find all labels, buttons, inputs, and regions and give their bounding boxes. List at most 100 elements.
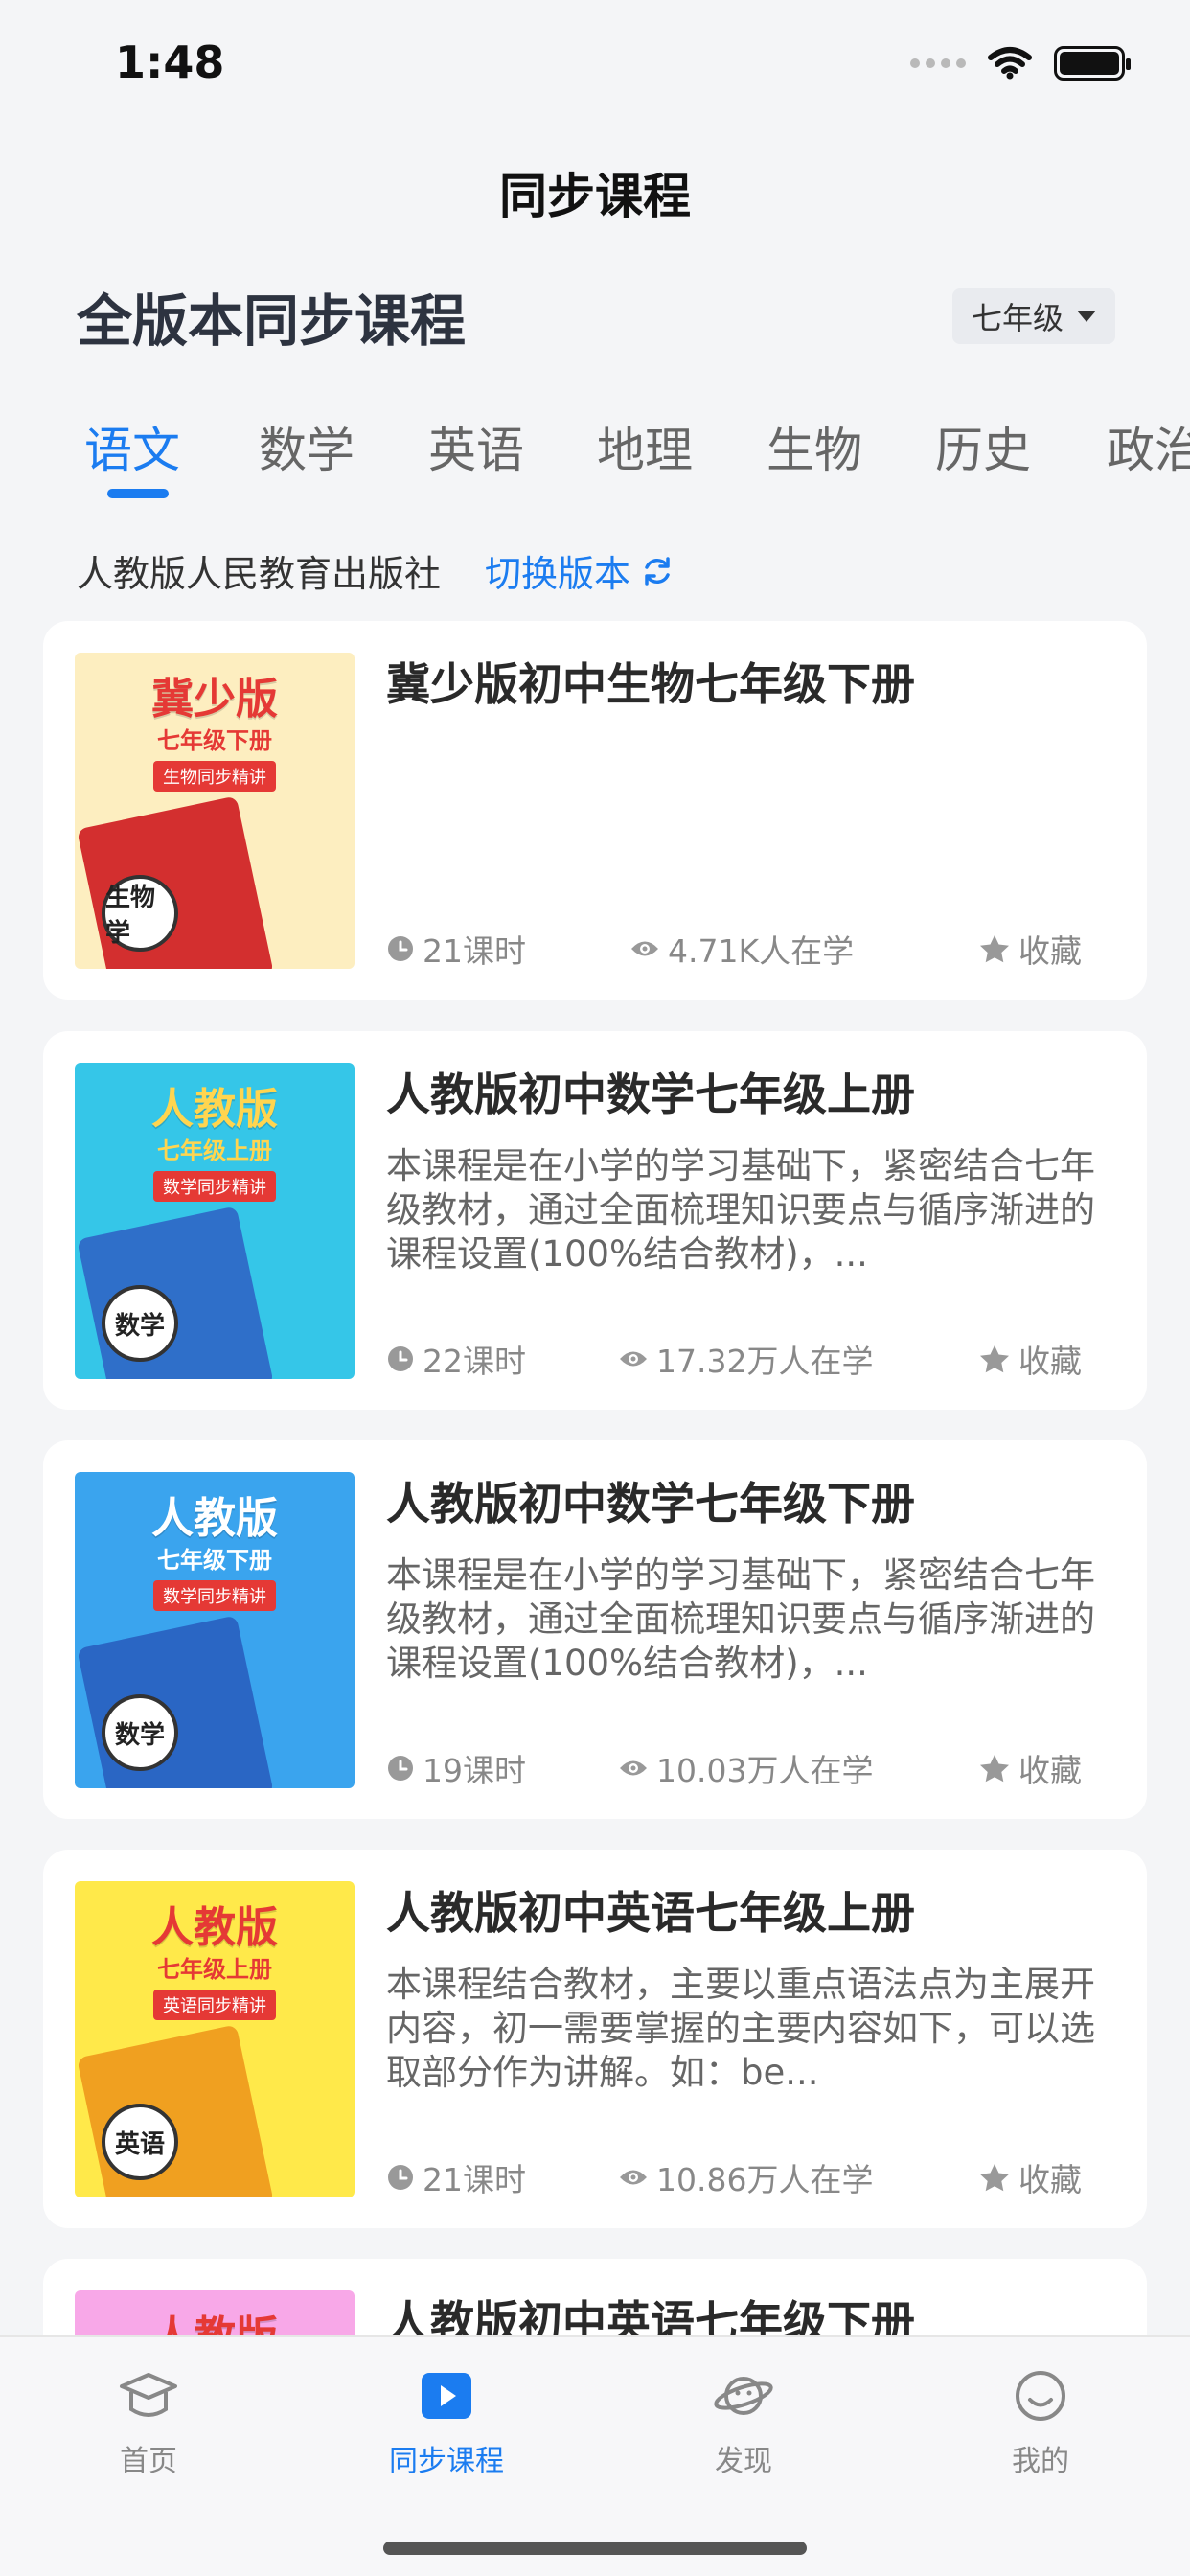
switch-edition-label: 切换版本	[485, 553, 631, 595]
course-description: 本课程是在小学的学习基础下，紧密结合七年级教材，通过全面梳理知识要点与循序渐进的…	[386, 1145, 1095, 1275]
lesson-count-label: 21课时	[423, 932, 526, 970]
planet-icon	[714, 2377, 773, 2415]
learner-count: 10.03万人在学	[618, 1745, 873, 1791]
lesson-count: 19课时	[386, 1745, 526, 1791]
eye-icon	[620, 1760, 647, 1776]
graduation-cap-icon	[120, 2373, 177, 2417]
edition-name: 人教版人民教育出版社	[77, 553, 442, 595]
tabbar-home-label: 首页	[120, 2445, 177, 2478]
cover-grade: 七年级上册	[157, 1138, 272, 1164]
course-cover-image: 人教版 七年级上册 数学同步精讲 数学	[75, 1063, 355, 1379]
course-card[interactable]: 冀少版 七年级下册 生物同步精讲 生物学 冀少版初中生物七年级下册 21课时 4…	[43, 621, 1147, 1000]
learner-count-label: 17.32万人在学	[656, 1343, 874, 1380]
learner-count-label: 10.03万人在学	[656, 1752, 874, 1789]
favorite-label: 收藏	[1018, 932, 1082, 970]
lesson-count: 21课时	[386, 926, 526, 972]
course-cover-image: 人教版 七年级上册 英语同步精讲 英语	[75, 1881, 355, 2197]
cover-book	[77, 1615, 274, 1788]
tabbar-home[interactable]: 首页	[53, 2366, 244, 2479]
eye-icon	[631, 941, 658, 956]
grade-dropdown-label: 七年级	[971, 300, 1064, 336]
lesson-count-label: 21课时	[423, 2161, 526, 2198]
tabbar-mine[interactable]: 我的	[945, 2366, 1136, 2479]
lesson-count: 21课时	[386, 2154, 526, 2200]
battery-icon	[1054, 46, 1131, 80]
star-icon	[980, 935, 1009, 963]
eye-icon	[620, 2170, 647, 2185]
cover-brand: 人教版	[151, 1903, 278, 1952]
course-title: 人教版初中数学七年级上册	[386, 1069, 915, 1120]
favorite-button[interactable]: 收藏	[978, 926, 1082, 972]
play-icon	[422, 2373, 471, 2419]
course-cover-image: 冀少版 七年级下册 生物同步精讲 生物学	[75, 653, 355, 969]
learner-count-label: 10.86万人在学	[656, 2161, 874, 2198]
course-description: 本课程是在小学的学习基础下，紧密结合七年级教材，通过全面梳理知识要点与循序渐进的…	[386, 1554, 1095, 1684]
favorite-button[interactable]: 收藏	[978, 1745, 1082, 1791]
clock-icon	[388, 936, 413, 961]
cover-badge: 英语	[102, 2104, 178, 2180]
course-title: 人教版初中数学七年级下册	[386, 1478, 915, 1530]
favorite-button[interactable]: 收藏	[978, 2154, 1082, 2200]
tab-geography[interactable]: 地理	[597, 412, 693, 481]
tabbar-sync-courses[interactable]: 同步课程	[351, 2366, 542, 2479]
section-header: 全版本同步课程 七年级	[77, 278, 1115, 355]
subject-tabs: 语文 数学 英语 地理 生物 历史 政治	[0, 412, 1190, 508]
course-card[interactable]: 人教版 七年级下册 数学同步精讲 数学 人教版初中数学七年级下册 本课程是在小学…	[43, 1440, 1147, 1819]
tabbar-sync-courses-label: 同步课程	[389, 2445, 504, 2478]
cover-tag: 数学同步精讲	[153, 1171, 276, 1202]
section-title: 全版本同步课程	[77, 288, 467, 354]
course-title: 人教版初中英语七年级上册	[386, 1887, 915, 1939]
eye-icon	[620, 1351, 647, 1367]
lesson-count-label: 19课时	[423, 1752, 526, 1789]
clock-icon	[388, 2165, 413, 2190]
status-icons	[910, 46, 1131, 80]
cover-grade: 七年级下册	[157, 1547, 272, 1574]
tab-underline	[107, 489, 169, 498]
refresh-icon	[645, 556, 670, 586]
lesson-count-label: 22课时	[423, 1343, 526, 1380]
cover-tag: 生物同步精讲	[153, 761, 276, 792]
caret-down-icon	[1077, 310, 1096, 322]
grade-dropdown[interactable]: 七年级	[951, 288, 1115, 344]
tab-biology[interactable]: 生物	[767, 412, 862, 481]
smile-icon	[1016, 2371, 1065, 2421]
tabbar-mine-label: 我的	[1012, 2445, 1069, 2478]
learner-count-label: 4.71K人在学	[668, 932, 855, 970]
tab-history[interactable]: 历史	[935, 412, 1031, 481]
cover-tag: 数学同步精讲	[153, 1580, 276, 1611]
course-cover-image: 人教版 七年级下册 数学同步精讲 数学	[75, 1472, 355, 1788]
page-title: 同步课程	[499, 169, 691, 224]
tab-english[interactable]: 英语	[428, 412, 524, 481]
wifi-icon	[988, 47, 1032, 80]
star-icon	[980, 1346, 1009, 1373]
bottom-tab-bar: 首页 同步课程 发现 我的	[0, 2335, 1190, 2576]
cover-brand: 人教版	[151, 1085, 278, 1134]
clock-icon	[388, 1756, 413, 1781]
cover-brand: 人教版	[151, 1494, 278, 1543]
course-title: 冀少版初中生物七年级下册	[386, 658, 915, 710]
cover-badge: 数学	[102, 1694, 178, 1771]
lesson-count: 22课时	[386, 1336, 526, 1382]
home-indicator	[383, 2542, 807, 2555]
status-bar: 1:48	[0, 0, 1190, 134]
course-description: 本课程结合教材，主要以重点语法点为主展开内容，初一需要掌握的主要内容如下，可以选…	[386, 1964, 1095, 2093]
cover-badge: 数学	[102, 1285, 178, 1362]
tabbar-discover[interactable]: 发现	[648, 2366, 839, 2479]
switch-edition-button[interactable]: 切换版本	[485, 544, 675, 597]
learner-count: 17.32万人在学	[618, 1336, 873, 1382]
tab-politics[interactable]: 政治	[1107, 412, 1190, 481]
star-icon	[980, 2164, 1009, 2192]
cover-brand: 冀少版	[151, 675, 278, 724]
cover-grade: 七年级下册	[157, 727, 272, 754]
tab-chinese[interactable]: 语文	[84, 412, 180, 481]
course-card[interactable]: 人教版 七年级上册 英语同步精讲 英语 人教版初中英语七年级上册 本课程结合教材…	[43, 1850, 1147, 2228]
favorite-label: 收藏	[1018, 1752, 1082, 1789]
tabbar-discover-label: 发现	[715, 2445, 772, 2478]
course-card[interactable]: 人教版 七年级上册 数学同步精讲 数学 人教版初中数学七年级上册 本课程是在小学…	[43, 1031, 1147, 1410]
tab-math[interactable]: 数学	[259, 412, 355, 481]
favorite-button[interactable]: 收藏	[978, 1336, 1082, 1382]
cover-badge: 生物学	[102, 875, 178, 952]
favorite-label: 收藏	[1018, 2161, 1082, 2198]
clock-icon	[388, 1346, 413, 1371]
signal-icon	[910, 58, 966, 68]
